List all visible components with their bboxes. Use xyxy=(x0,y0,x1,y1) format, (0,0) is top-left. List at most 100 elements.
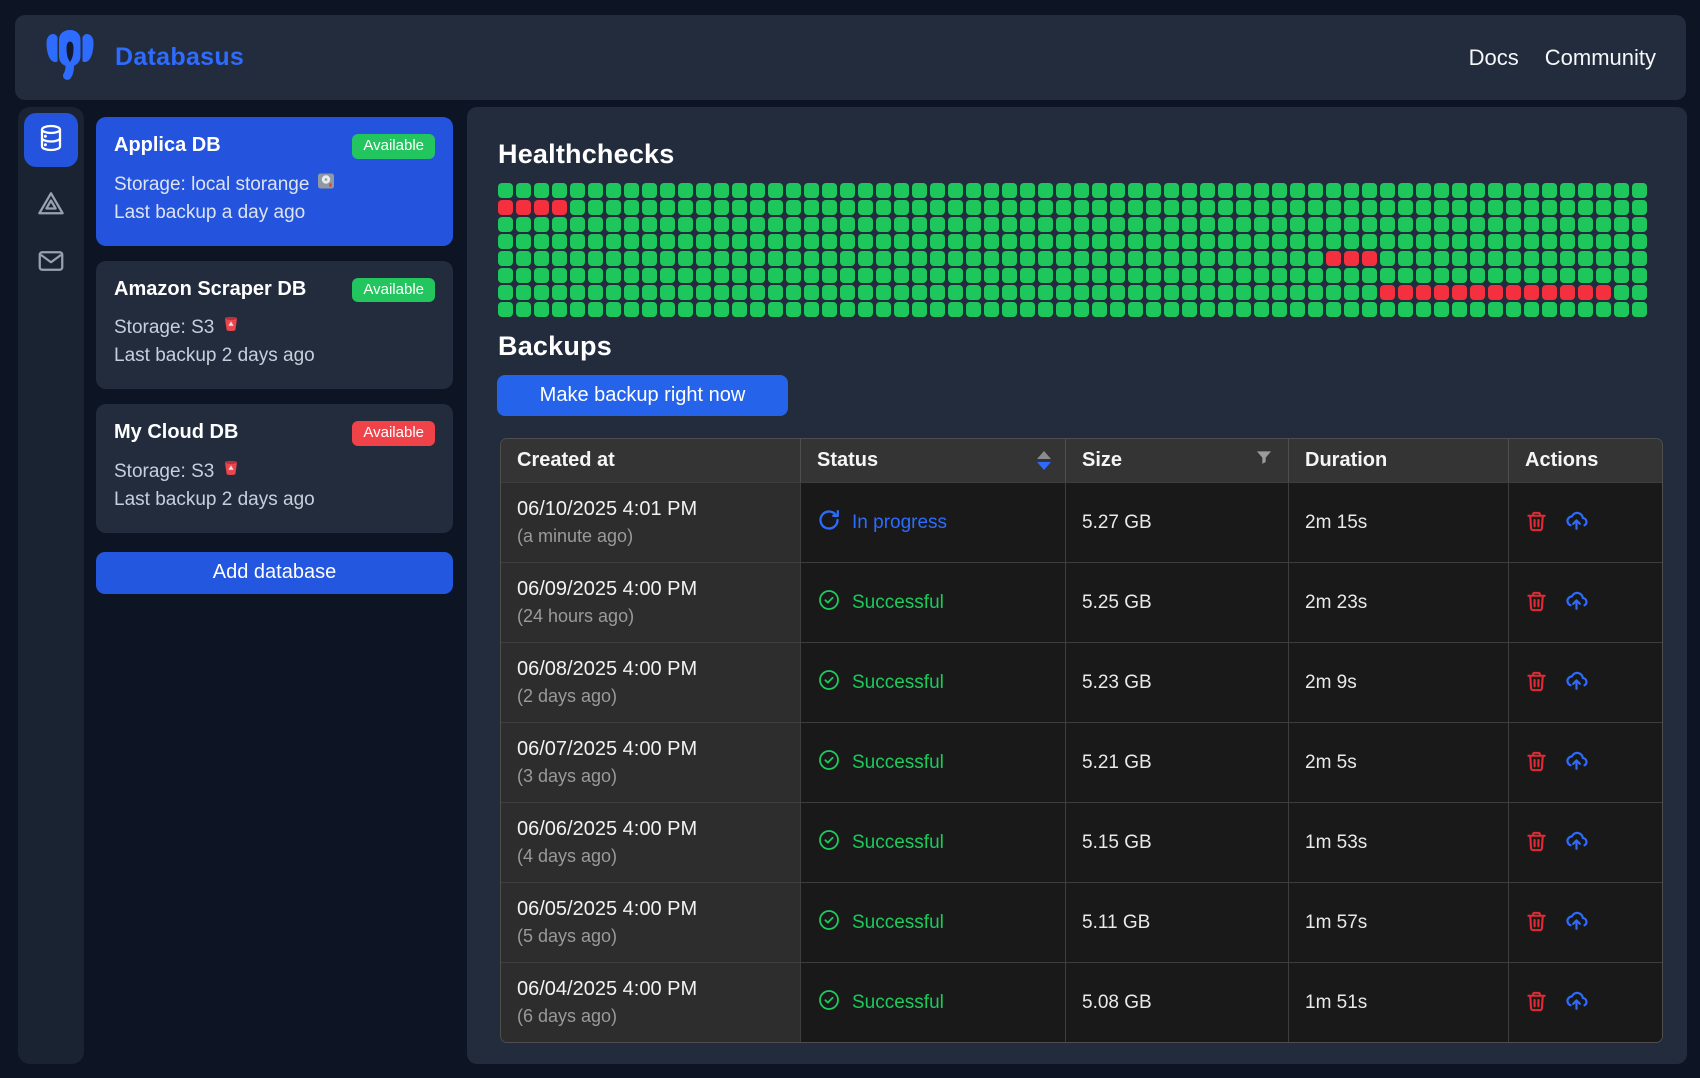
duration-cell: 1m 57s xyxy=(1289,883,1509,962)
healthcheck-cell-ok xyxy=(678,302,693,317)
healthcheck-cell-ok xyxy=(534,268,549,283)
restore-backup-button[interactable] xyxy=(1564,909,1589,937)
healthcheck-cell-ok xyxy=(1524,302,1539,317)
healthcheck-cell-ok xyxy=(1308,234,1323,249)
healthcheck-cell-ok xyxy=(1020,234,1035,249)
availability-badge: Available xyxy=(352,278,435,303)
healthcheck-cell-ok xyxy=(696,234,711,249)
add-database-button[interactable]: Add database xyxy=(96,552,453,594)
healthcheck-cell-ok xyxy=(660,285,675,300)
healthcheck-cell-ok xyxy=(1344,200,1359,215)
restore-backup-button[interactable] xyxy=(1564,829,1589,857)
healthcheck-cell-ok xyxy=(1218,183,1233,198)
healthcheck-cell-ok xyxy=(768,268,783,283)
restore-backup-button[interactable] xyxy=(1564,509,1589,537)
healthcheck-cell-ok xyxy=(1038,217,1053,232)
db-storage-line: Storage: S3 xyxy=(114,314,435,342)
healthcheck-cell-ok xyxy=(930,234,945,249)
delete-backup-button[interactable] xyxy=(1525,990,1548,1016)
sort-arrows-icon[interactable] xyxy=(1037,451,1051,470)
db-storage-line: Storage: local storange xyxy=(114,171,435,199)
healthcheck-cell-ok xyxy=(1362,302,1377,317)
cloud-upload-icon xyxy=(1564,829,1589,857)
healthcheck-cell-ok xyxy=(588,234,603,249)
delete-backup-button[interactable] xyxy=(1525,910,1548,936)
healthcheck-cell-ok xyxy=(1542,302,1557,317)
restore-backup-button[interactable] xyxy=(1564,749,1589,777)
healthcheck-cell-ok xyxy=(1074,183,1089,198)
restore-backup-button[interactable] xyxy=(1564,589,1589,617)
healthcheck-cell-ok xyxy=(1146,234,1161,249)
db-card[interactable]: My Cloud DBAvailableStorage: S3Last back… xyxy=(96,404,453,533)
s3-bucket-icon xyxy=(222,314,240,342)
healthcheck-cell-ok xyxy=(1218,217,1233,232)
filter-funnel-icon[interactable] xyxy=(1254,448,1274,474)
healthcheck-cell-ok xyxy=(1506,234,1521,249)
healthcheck-cell-ok xyxy=(714,217,729,232)
nav-community-link[interactable]: Community xyxy=(1545,45,1656,71)
healthcheck-cell-ok xyxy=(804,234,819,249)
duration-cell: 1m 51s xyxy=(1289,963,1509,1042)
healthcheck-cell-ok xyxy=(588,251,603,266)
healthcheck-cell-ok xyxy=(876,268,891,283)
sidebar-item-databases[interactable] xyxy=(24,113,78,167)
healthcheck-cell-ok xyxy=(1362,183,1377,198)
nav-docs-link[interactable]: Docs xyxy=(1469,45,1519,71)
delete-backup-button[interactable] xyxy=(1525,750,1548,776)
cloud-upload-icon xyxy=(1564,589,1589,617)
size-cell: 5.21 GB xyxy=(1066,723,1289,802)
column-header-size[interactable]: Size xyxy=(1066,439,1289,482)
delete-backup-button[interactable] xyxy=(1525,510,1548,536)
healthcheck-cell-ok xyxy=(660,183,675,198)
healthcheck-cell-ok xyxy=(1002,285,1017,300)
healthcheck-cell-ok xyxy=(678,285,693,300)
healthcheck-cell-ok xyxy=(768,200,783,215)
column-header-status[interactable]: Status xyxy=(801,439,1066,482)
cloud-upload-icon xyxy=(1564,989,1589,1017)
healthcheck-cell-ok xyxy=(966,268,981,283)
db-card[interactable]: Applica DBAvailableStorage: local storan… xyxy=(96,117,453,246)
healthcheck-cell-ok xyxy=(1506,251,1521,266)
trash-icon xyxy=(1525,910,1548,936)
healthcheck-cell-ok xyxy=(1524,217,1539,232)
healthcheck-cell-ok xyxy=(948,302,963,317)
healthcheck-cell-ok xyxy=(696,217,711,232)
healthcheck-cell-ok xyxy=(840,302,855,317)
restore-backup-button[interactable] xyxy=(1564,669,1589,697)
check-circle-icon xyxy=(817,588,841,618)
make-backup-button[interactable]: Make backup right now xyxy=(497,375,788,416)
actions-cell xyxy=(1509,483,1662,562)
sidebar-item-mail[interactable] xyxy=(36,246,66,281)
healthcheck-cell-ok xyxy=(822,183,837,198)
healthcheck-cell-ok xyxy=(840,268,855,283)
healthcheck-cell-ok xyxy=(1056,285,1071,300)
healthcheck-cell-ok xyxy=(966,200,981,215)
healthcheck-cell-ok xyxy=(840,183,855,198)
delete-backup-button[interactable] xyxy=(1525,830,1548,856)
healthcheck-cell-ok xyxy=(1596,268,1611,283)
healthcheck-cell-ok xyxy=(1110,217,1125,232)
healthcheck-cell-ok xyxy=(1236,234,1251,249)
backup-table-row: 06/08/2025 4:00 PM(2 days ago)Successful… xyxy=(501,642,1662,722)
healthcheck-cell-ok xyxy=(1614,251,1629,266)
delete-backup-button[interactable] xyxy=(1525,670,1548,696)
healthcheck-cell-ok xyxy=(1182,251,1197,266)
healthcheck-cell-ok xyxy=(714,183,729,198)
healthcheck-cell-ok xyxy=(1326,234,1341,249)
duration-cell: 1m 53s xyxy=(1289,803,1509,882)
sidebar-item-drive[interactable] xyxy=(36,189,66,224)
healthcheck-cell-ok xyxy=(1290,217,1305,232)
healthcheck-cell-ok xyxy=(1416,251,1431,266)
check-circle-icon xyxy=(817,748,841,778)
healthcheck-cell-ok xyxy=(1578,217,1593,232)
backup-table-row: 06/09/2025 4:00 PM(24 hours ago)Successf… xyxy=(501,562,1662,642)
restore-backup-button[interactable] xyxy=(1564,989,1589,1017)
actions-cell xyxy=(1509,723,1662,802)
healthcheck-cell-ok xyxy=(1290,302,1305,317)
healthcheck-cell-ok xyxy=(1560,268,1575,283)
db-card[interactable]: Amazon Scraper DBAvailableStorage: S3Las… xyxy=(96,261,453,390)
healthcheck-cell-ok xyxy=(1380,234,1395,249)
delete-backup-button[interactable] xyxy=(1525,590,1548,616)
healthcheck-cell-ok xyxy=(858,302,873,317)
healthcheck-cell-ok xyxy=(606,200,621,215)
